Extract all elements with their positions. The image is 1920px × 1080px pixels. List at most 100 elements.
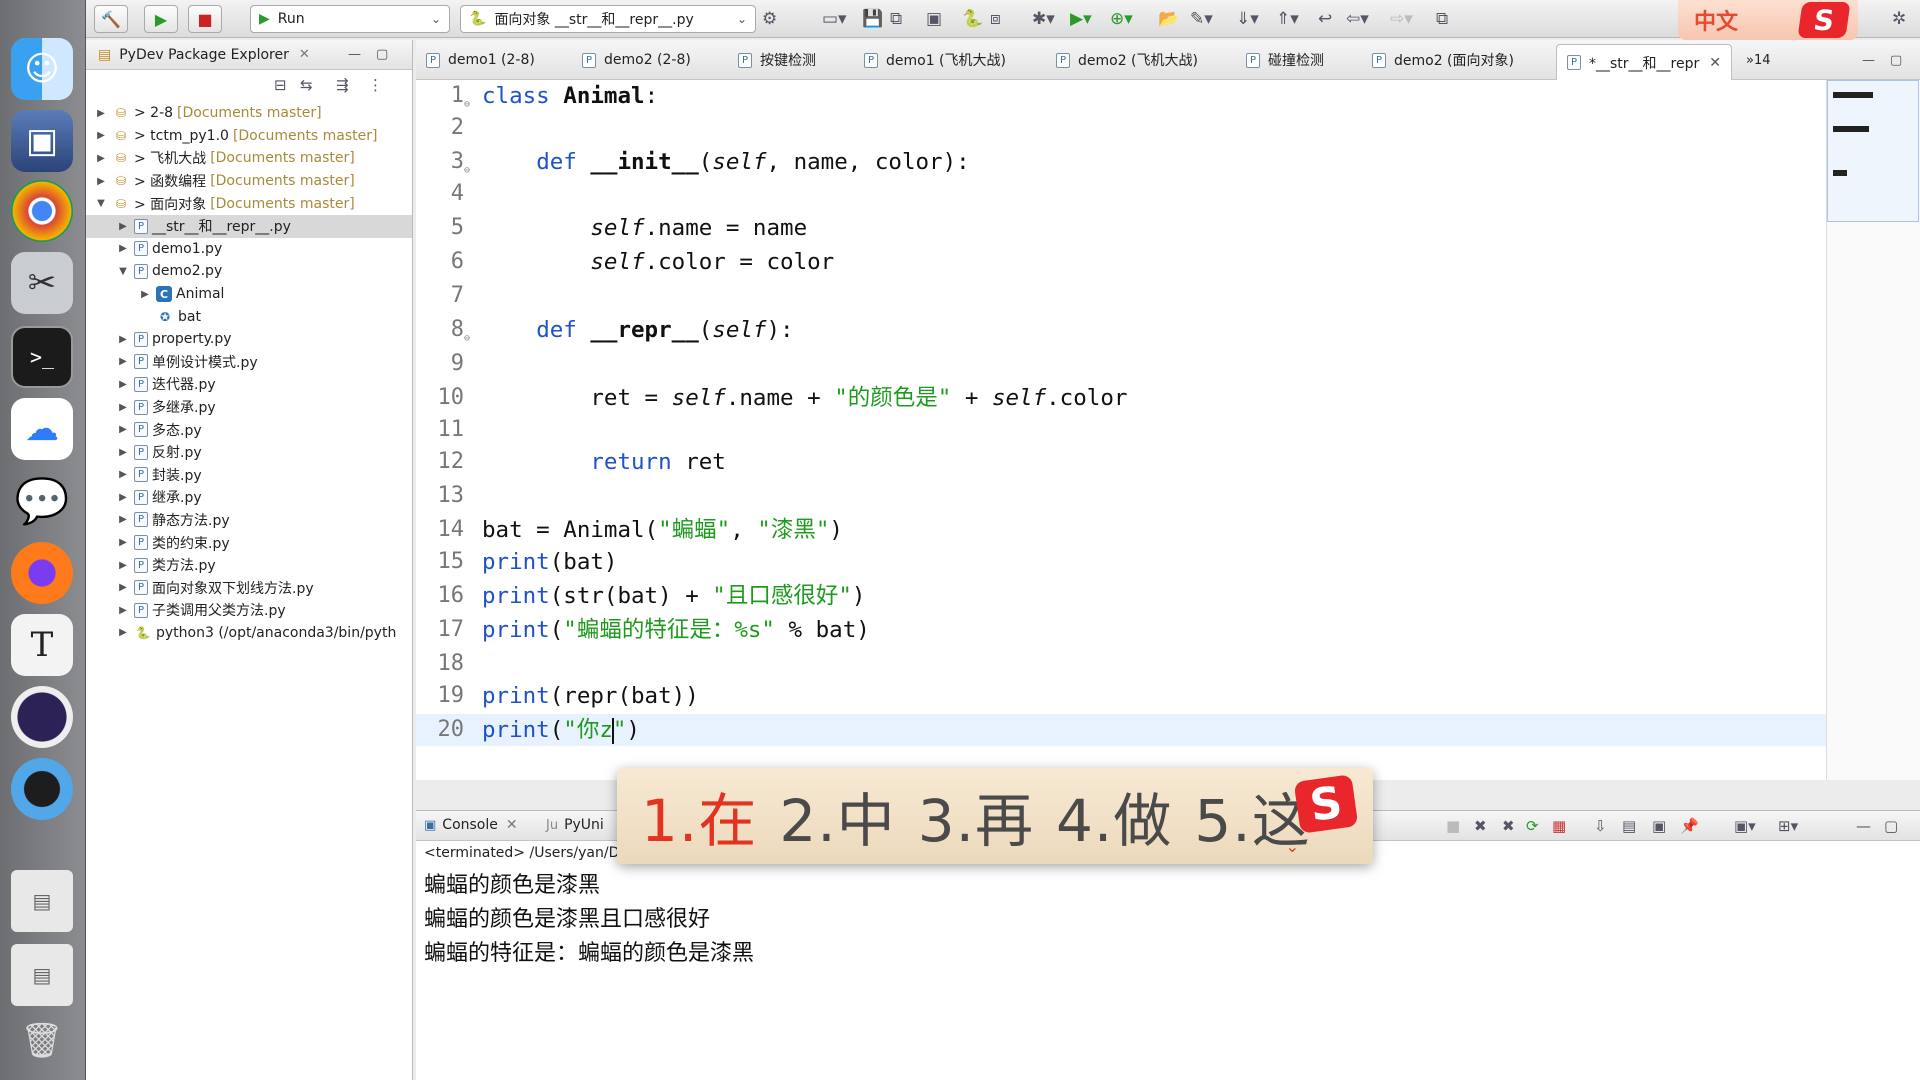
relaunch-icon[interactable]: ⟳ — [1526, 817, 1539, 835]
perspective-icon[interactable]: ✲ — [1892, 9, 1906, 29]
expand-arrow-icon[interactable]: ▶ — [116, 221, 130, 232]
editor-tab[interactable]: Pdemo1 (飞机大战) — [864, 46, 1006, 74]
tree-item[interactable]: ▶ P 类的约束.py — [86, 531, 412, 554]
tree-item[interactable]: ▶ P 单例设计模式.py — [86, 351, 412, 374]
tree-item[interactable]: ▶ P 封装.py — [86, 464, 412, 487]
ime-candidate[interactable]: 1.在 — [641, 774, 757, 858]
expand-arrow-icon[interactable]: ▶ — [94, 108, 108, 119]
tree-item[interactable]: ▶ P 多继承.py — [86, 396, 412, 419]
tree-item[interactable]: ▶ ⛁ > 函数编程 [Documents master] — [86, 170, 412, 193]
run-config-select[interactable]: ▶ Run ⌄ — [250, 5, 450, 33]
expand-arrow-icon[interactable]: ▶ — [116, 356, 130, 367]
open-console-icon[interactable]: ⊞▾ — [1778, 817, 1798, 835]
expand-arrow-icon[interactable]: ▶ — [116, 560, 130, 571]
wechat-icon[interactable]: 💬 — [11, 470, 73, 532]
ime-candidate[interactable]: 4.做 — [1056, 774, 1172, 858]
run-menu-icon[interactable]: ▶▾ — [1070, 9, 1092, 29]
expand-arrow-icon[interactable]: ▶ — [94, 130, 108, 141]
tree-item[interactable]: ▼ Pdemo2.py — [86, 260, 412, 283]
minimize-icon[interactable]: — — [1862, 46, 1875, 74]
tree-item[interactable]: ✪ bat — [86, 305, 412, 328]
remove-all-icon[interactable]: ✖ — [1502, 817, 1515, 835]
tree-item[interactable]: ▶ P 多态.py — [86, 418, 412, 441]
tree-item[interactable]: ▶ P __str__和__repr__.py — [86, 214, 412, 238]
overview-viewport[interactable] — [1827, 80, 1919, 222]
prev-annotation-icon[interactable]: ⇑▾ — [1276, 9, 1299, 29]
tree-item[interactable]: ▶ 🐍 python3 (/opt/anaconda3/bin/pyth — [86, 622, 412, 645]
expand-arrow-icon[interactable]: ▶ — [116, 334, 130, 345]
debug-icon[interactable]: ✱▾ — [1032, 9, 1055, 29]
ime-status-indicator[interactable]: 中文 S — [1678, 0, 1858, 40]
next-annotation-icon[interactable]: ⇓▾ — [1236, 9, 1259, 29]
tree-item[interactable]: ▶ P 迭代器.py — [86, 373, 412, 396]
expand-arrow-icon[interactable]: ▶ — [116, 514, 130, 525]
pin-icon[interactable]: 📌 — [1680, 817, 1699, 835]
expand-arrow-icon[interactable]: ▶ — [116, 243, 130, 254]
chrome-icon[interactable] — [11, 180, 73, 242]
last-edit-icon[interactable]: ↩ — [1318, 9, 1332, 29]
expand-candidates-icon[interactable]: ⌄ — [1286, 837, 1299, 856]
expand-arrow-icon[interactable]: ▶ — [116, 469, 130, 480]
editor-tab[interactable]: Pdemo2 (2-8) — [582, 46, 691, 74]
minimize-icon[interactable]: — — [348, 47, 361, 62]
tree-item[interactable]: ▶ ⛁ > 2-8 [Documents master] — [86, 102, 412, 125]
open-perspective-icon[interactable]: ⧉ — [1436, 9, 1448, 29]
stop-button[interactable]: ■ — [188, 5, 222, 33]
scroll-lock-icon[interactable]: ⇩ — [1594, 817, 1607, 835]
clear-icon[interactable]: ▦ — [1552, 817, 1566, 835]
maximize-icon[interactable]: ▢ — [1884, 817, 1898, 835]
expand-arrow-icon[interactable]: ▶ — [94, 176, 108, 187]
run-button[interactable]: ▶ — [144, 5, 178, 33]
python-icon[interactable]: 🐍 — [962, 9, 983, 29]
tree-item[interactable]: ▶ P 类方法.py — [86, 554, 412, 577]
build-hammer-icon[interactable]: 🔨 — [94, 5, 128, 33]
expand-arrow-icon[interactable]: ▶ — [116, 627, 130, 638]
view-menu-icon[interactable]: ⋮ — [368, 76, 383, 94]
settings-gear-icon[interactable]: ⚙ — [762, 9, 777, 29]
quicktime-icon[interactable] — [11, 758, 73, 820]
firefox-icon[interactable] — [11, 542, 73, 604]
tree-item[interactable]: ▶ P 面向对象双下划线方法.py — [86, 576, 412, 599]
external-tools-icon[interactable]: ⊕▾ — [1110, 9, 1133, 29]
display-console-icon[interactable]: ▣▾ — [1734, 817, 1756, 835]
collapse-arrow-icon[interactable]: ▼ — [116, 266, 130, 277]
console-output[interactable]: 蝙蝠的颜色是漆黑 蝙蝠的颜色是漆黑且口感很好 蝙蝠的特征是：蝙蝠的颜色是漆黑 — [416, 869, 1920, 971]
close-tab-icon[interactable]: ✕ — [1709, 55, 1721, 71]
tree-item[interactable]: ▶ ⛁ > tctm_py1.0 [Documents master] — [86, 125, 412, 148]
tree-item[interactable]: ▼ ⛁ > 面向对象 [Documents master] — [86, 192, 412, 215]
filter-icon[interactable]: ⇶ — [336, 76, 349, 94]
expand-arrow-icon[interactable]: ▶ — [116, 582, 130, 593]
terminate-icon[interactable]: ■ — [1446, 817, 1460, 835]
editor-tab[interactable]: P 按键检测 — [738, 46, 816, 74]
expand-arrow-icon[interactable]: ▶ — [116, 537, 130, 548]
explorer-tab[interactable]: ▤ PyDev Package Explorer ✕ — ▢ — [86, 40, 412, 70]
maximize-icon[interactable]: ▢ — [376, 47, 388, 62]
tree-item[interactable]: ▶ P 反射.py — [86, 441, 412, 464]
expand-arrow-icon[interactable]: ▶ — [138, 289, 152, 300]
forward-icon[interactable]: ⇨▾ — [1390, 9, 1413, 29]
pen-icon[interactable]: ✎▾ — [1190, 9, 1213, 29]
tree-item[interactable]: ▶ ⛁ > 飞机大战 [Documents master] — [86, 147, 412, 170]
expand-arrow-icon[interactable]: ▶ — [116, 492, 130, 503]
overview-ruler[interactable] — [1826, 80, 1920, 780]
ime-candidate[interactable]: 2.中 — [779, 774, 895, 858]
expand-arrow-icon[interactable]: ▶ — [116, 402, 130, 413]
minimize-icon[interactable]: — — [1856, 817, 1871, 835]
virtualbox-icon[interactable]: ▣ — [11, 110, 73, 172]
expand-arrow-icon[interactable]: ▶ — [116, 447, 130, 458]
console-icon[interactable]: ▣ — [926, 9, 942, 29]
editor-tab[interactable]: P 碰撞检测 — [1246, 46, 1324, 74]
trash-icon[interactable]: 🗑 — [11, 1010, 73, 1072]
ime-candidate[interactable]: 3.再 — [918, 774, 1034, 858]
expand-arrow-icon[interactable]: ▶ — [116, 605, 130, 616]
file-select[interactable]: 🐍 面向对象 __str__和__repr__.py ⌄ — [460, 5, 756, 33]
terminal-icon[interactable]: >_ — [11, 326, 73, 388]
screenshot-icon[interactable]: ✂ — [11, 252, 73, 314]
baidu-netdisk-icon[interactable]: ☁ — [11, 398, 73, 460]
expand-arrow-icon[interactable]: ▶ — [116, 379, 130, 390]
expand-arrow-icon[interactable]: ▶ — [94, 153, 108, 164]
tab-console[interactable]: ▣ Console ✕ — [424, 817, 518, 833]
eclipse-icon[interactable] — [11, 686, 73, 748]
new-icon[interactable]: ▭▾ — [822, 9, 847, 29]
tree-item[interactable]: ▶ P 静态方法.py — [86, 509, 412, 532]
